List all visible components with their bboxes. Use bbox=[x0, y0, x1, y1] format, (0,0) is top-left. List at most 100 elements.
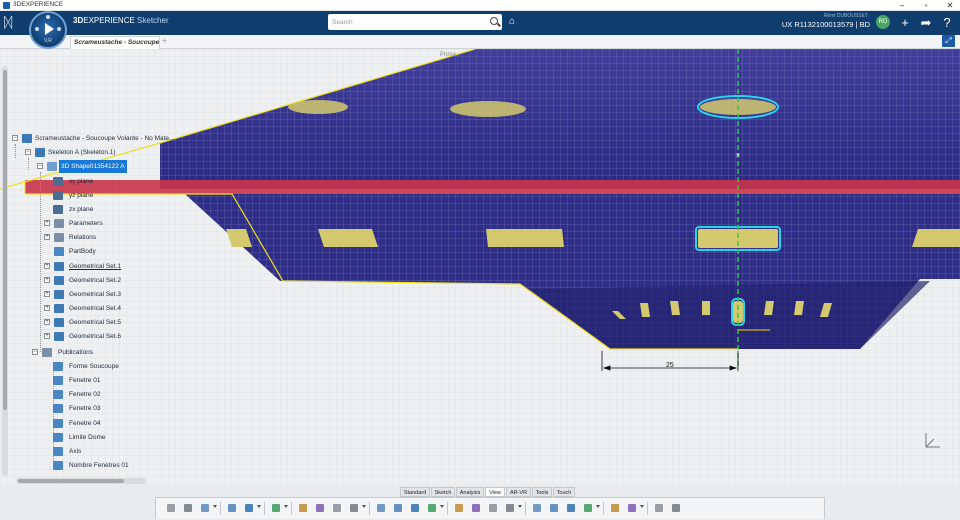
collapse-icon[interactable]: − bbox=[12, 135, 18, 141]
expand-icon[interactable]: + bbox=[44, 333, 50, 339]
fly-mode-icon[interactable] bbox=[242, 501, 256, 515]
top-window-2[interactable] bbox=[450, 101, 526, 117]
paste-icon[interactable] bbox=[198, 501, 212, 515]
cut-icon[interactable] bbox=[164, 501, 178, 515]
search-icon[interactable] bbox=[490, 17, 498, 25]
dropdown-arrow-icon[interactable] bbox=[362, 505, 366, 508]
dropdown-arrow-icon[interactable] bbox=[213, 505, 217, 508]
toolbar-separator bbox=[603, 502, 604, 515]
collapse-icon[interactable]: − bbox=[32, 349, 38, 355]
copy-icon[interactable] bbox=[181, 501, 195, 515]
render-style-icon[interactable] bbox=[391, 501, 405, 515]
grid-icon[interactable] bbox=[503, 501, 517, 515]
expand-icon[interactable]: + bbox=[44, 319, 50, 325]
publication-icon bbox=[53, 362, 63, 371]
play-icon[interactable] bbox=[45, 23, 54, 35]
dimension-icon[interactable] bbox=[547, 501, 561, 515]
add-tab-icon[interactable]: + bbox=[162, 36, 167, 45]
publication-icon bbox=[53, 404, 63, 413]
maximize-icon[interactable]: ▫ bbox=[918, 0, 934, 11]
search-box[interactable] bbox=[328, 14, 502, 30]
collaborative-space[interactable]: UX R1132100013579 | BD bbox=[740, 20, 870, 29]
zoom-area-icon[interactable] bbox=[347, 501, 361, 515]
dimension-value[interactable]: 25 bbox=[666, 362, 674, 369]
view-cube-icon[interactable] bbox=[408, 501, 422, 515]
collapse-icon[interactable]: − bbox=[37, 163, 43, 169]
search-input[interactable] bbox=[332, 16, 482, 28]
expand-icon[interactable]: + bbox=[44, 263, 50, 269]
scroll-thumb[interactable] bbox=[18, 479, 124, 483]
plane-icon bbox=[53, 191, 63, 200]
dropdown-arrow-icon[interactable] bbox=[640, 505, 644, 508]
undo-icon[interactable] bbox=[225, 501, 239, 515]
tab-document[interactable]: Scrameustache - Soucoupe Vo... bbox=[70, 36, 160, 49]
scroll-thumb[interactable] bbox=[3, 70, 7, 410]
dropdown-arrow-icon[interactable] bbox=[257, 505, 261, 508]
tools-icon[interactable] bbox=[669, 501, 683, 515]
section-tab-ar-vr[interactable]: AR-VR bbox=[506, 487, 531, 497]
snap-icon[interactable] bbox=[581, 501, 595, 515]
tree-vertical-scrollbar[interactable] bbox=[2, 66, 8, 476]
help-icon[interactable]: ? bbox=[938, 14, 956, 32]
expand-icon[interactable]: + bbox=[44, 277, 50, 283]
side-window-3[interactable] bbox=[486, 229, 564, 247]
parameters-icon bbox=[54, 219, 64, 228]
hide-icon[interactable] bbox=[564, 501, 578, 515]
dropdown-arrow-icon[interactable] bbox=[596, 505, 600, 508]
clipboard-icon[interactable] bbox=[625, 501, 639, 515]
compass-widget[interactable]: V,R bbox=[29, 11, 67, 49]
tree-horizontal-scrollbar[interactable] bbox=[16, 478, 146, 484]
avatar[interactable]: RD bbox=[876, 15, 890, 29]
fullscreen-icon[interactable]: ⤢ bbox=[942, 35, 955, 47]
rotate-icon[interactable] bbox=[330, 501, 344, 515]
collapse-icon[interactable]: − bbox=[25, 149, 31, 155]
section-tab-touch[interactable]: Touch bbox=[553, 487, 575, 497]
zoom-icon[interactable] bbox=[296, 501, 310, 515]
section-tab-sketch[interactable]: Sketch bbox=[431, 487, 455, 497]
toolbar-separator bbox=[525, 502, 526, 515]
toolbar-separator bbox=[291, 502, 292, 515]
share-icon[interactable]: ➦ bbox=[917, 14, 935, 32]
settings-icon[interactable] bbox=[652, 501, 666, 515]
color-icon[interactable] bbox=[469, 501, 483, 515]
specification-tree: − Scrameustache - Soucoupe Volante - No … bbox=[12, 134, 175, 470]
ds-logo-icon[interactable]: ᛞ bbox=[4, 14, 12, 31]
share-icon[interactable] bbox=[269, 501, 283, 515]
constraint-icon[interactable] bbox=[530, 501, 544, 515]
dropdown-arrow-icon[interactable] bbox=[518, 505, 522, 508]
pan-icon[interactable] bbox=[313, 501, 327, 515]
app-icon bbox=[3, 2, 10, 9]
publications-icon bbox=[42, 348, 52, 357]
dropdown-arrow-icon[interactable] bbox=[440, 505, 444, 508]
bottom-slot-selected[interactable] bbox=[733, 301, 743, 323]
section-tab-tools[interactable]: Tools bbox=[532, 487, 552, 497]
publication-icon bbox=[53, 447, 63, 456]
publication-icon bbox=[53, 376, 63, 385]
side-window-5[interactable] bbox=[912, 229, 960, 247]
top-bar: ᛞ 3DEXPERIENCE Sketcher ⌂ Rémi DUBOUSSET… bbox=[0, 11, 960, 35]
section-tab-standard[interactable]: Standard bbox=[400, 487, 430, 497]
section-tab-analysis[interactable]: Analysis bbox=[456, 487, 484, 497]
minimize-icon[interactable]: – bbox=[894, 0, 910, 11]
filter-icon[interactable] bbox=[486, 501, 500, 515]
material-icon[interactable] bbox=[425, 501, 439, 515]
expand-icon[interactable]: + bbox=[44, 220, 50, 226]
compass-west-dot bbox=[35, 27, 39, 31]
dropdown-arrow-icon[interactable] bbox=[284, 505, 288, 508]
capture-icon[interactable] bbox=[374, 501, 388, 515]
section-tab-view[interactable]: View bbox=[485, 487, 505, 497]
expand-icon[interactable]: + bbox=[44, 234, 50, 240]
close-icon[interactable]: ✕ bbox=[942, 0, 958, 11]
axis-triad-icon[interactable] bbox=[920, 431, 942, 451]
toolbar-separator bbox=[647, 502, 648, 515]
side-window-2[interactable] bbox=[318, 229, 378, 247]
shading-icon[interactable] bbox=[452, 501, 466, 515]
shape-icon bbox=[47, 162, 57, 171]
expand-icon[interactable]: + bbox=[44, 291, 50, 297]
measure-icon[interactable] bbox=[608, 501, 622, 515]
axis-marker: ✕ bbox=[735, 153, 740, 159]
expand-icon[interactable]: + bbox=[44, 305, 50, 311]
add-icon[interactable]: + bbox=[896, 14, 914, 32]
tag-icon[interactable]: ⌂ bbox=[509, 16, 515, 27]
geometrical-set-icon bbox=[54, 332, 64, 341]
